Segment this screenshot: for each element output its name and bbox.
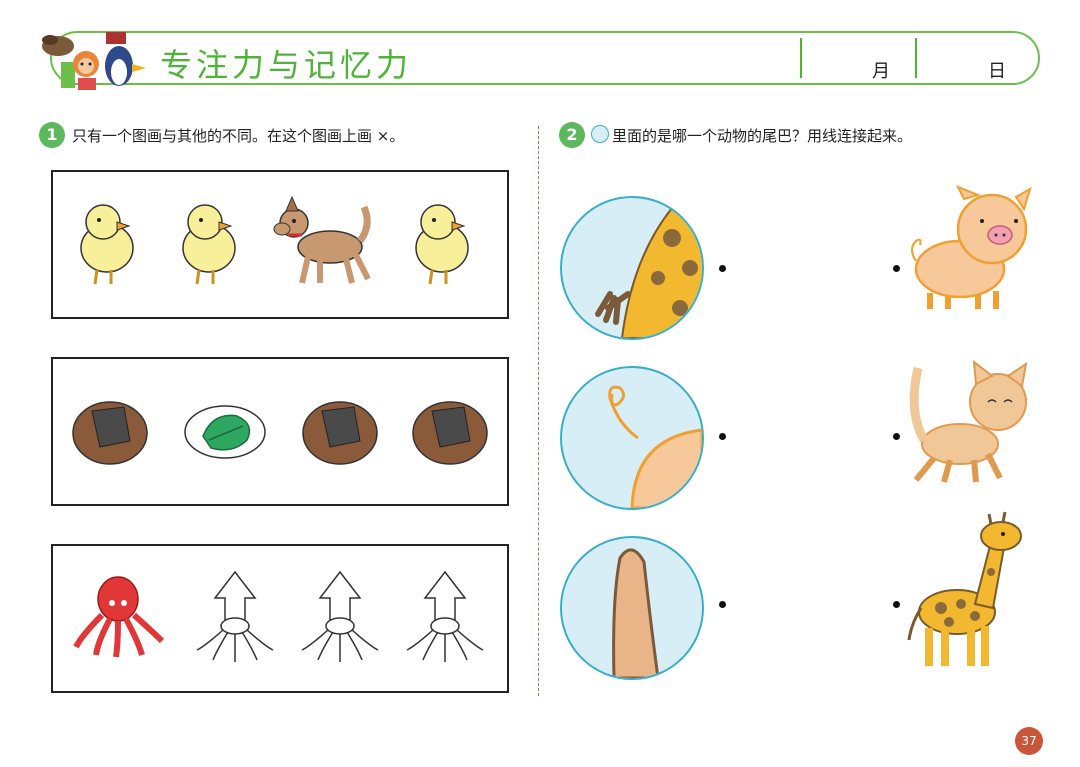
circle-marker-icon <box>591 125 609 143</box>
tail-circle-giraffe[interactable] <box>560 196 704 340</box>
month-label: 月 <box>872 61 890 82</box>
rice-ball-icon[interactable] <box>300 397 380 467</box>
squid-icon[interactable] <box>405 570 485 665</box>
connect-dot-right[interactable] <box>893 433 900 440</box>
page-title: 专注力与记忆力 <box>160 46 413 84</box>
pig-icon[interactable] <box>908 185 1038 315</box>
tail-circle-cat[interactable] <box>560 536 704 680</box>
column-divider <box>538 126 539 696</box>
page-number: 37 <box>1015 727 1043 755</box>
rice-ball-icon[interactable] <box>70 397 150 467</box>
connect-dot-left[interactable] <box>719 433 726 440</box>
question-2-number: 2 <box>559 122 585 148</box>
squid-icon[interactable] <box>195 570 275 665</box>
tail-circle-pig[interactable] <box>560 366 704 510</box>
question-1-instruction: 只有一个图画与其他的不同。在这个图画上画 ×。 <box>72 127 405 145</box>
chick-icon[interactable] <box>75 200 145 290</box>
cat-icon[interactable] <box>904 359 1034 487</box>
giraffe-tail-icon <box>595 206 702 338</box>
leaf-plate-icon[interactable] <box>183 402 267 462</box>
chick-icon[interactable] <box>410 200 480 290</box>
squid-icon[interactable] <box>300 570 380 665</box>
giraffe-icon[interactable] <box>905 511 1035 672</box>
header-divider <box>915 38 917 78</box>
connect-dot-right[interactable] <box>893 601 900 608</box>
connect-dot-right[interactable] <box>893 265 900 272</box>
octopus-icon[interactable] <box>72 575 167 660</box>
question-2-instruction: 里面的是哪一个动物的尾巴？用线连接起来。 <box>612 127 913 145</box>
day-label: 日 <box>988 61 1006 82</box>
pig-tail-icon <box>608 385 702 508</box>
connect-dot-left[interactable] <box>719 265 726 272</box>
dog-icon[interactable] <box>272 195 382 290</box>
mascot-animals-icon <box>42 32 146 90</box>
chick-icon[interactable] <box>177 200 247 290</box>
header-divider <box>800 38 802 78</box>
question-1-number: 1 <box>39 122 65 148</box>
connect-dot-left[interactable] <box>719 601 726 608</box>
cat-tail-icon <box>612 548 660 678</box>
rice-ball-icon[interactable] <box>410 397 490 467</box>
